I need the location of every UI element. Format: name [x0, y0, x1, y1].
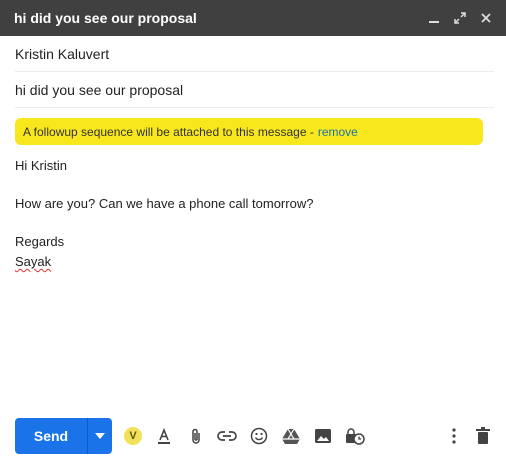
- window-title: hi did you see our proposal: [14, 10, 197, 26]
- compose-toolbar: Send V: [0, 418, 506, 456]
- body-closing[interactable]: Regards: [15, 234, 64, 249]
- subject-field[interactable]: hi did you see our proposal: [15, 72, 494, 108]
- body-message[interactable]: How are you? Can we have a phone call to…: [15, 196, 313, 211]
- banner-text: A followup sequence will be attached to …: [23, 124, 314, 139]
- compose-header: hi did you see our proposal: [0, 0, 506, 36]
- attach-icon[interactable]: [185, 425, 207, 447]
- recipient-field[interactable]: Kristin Kaluvert: [15, 36, 494, 72]
- send-group: Send: [15, 418, 112, 454]
- extension-v-icon[interactable]: V: [122, 425, 144, 447]
- drive-icon[interactable]: [280, 425, 302, 447]
- send-button[interactable]: Send: [15, 418, 87, 454]
- formatting-icon[interactable]: [153, 425, 175, 447]
- body-signature[interactable]: Sayak: [15, 254, 51, 269]
- close-icon[interactable]: [476, 8, 496, 28]
- photo-icon[interactable]: [312, 425, 334, 447]
- recipient-name: Kristin Kaluvert: [15, 45, 110, 62]
- subject-text: hi did you see our proposal: [15, 81, 184, 98]
- minimize-icon[interactable]: [424, 8, 444, 28]
- body-greeting[interactable]: Hi Kristin: [15, 158, 67, 173]
- chevron-down-icon: [95, 433, 105, 439]
- delete-icon[interactable]: [472, 425, 494, 447]
- window-controls: [424, 8, 506, 28]
- expand-icon[interactable]: [450, 8, 470, 28]
- confidential-icon[interactable]: [344, 425, 366, 447]
- remove-link[interactable]: remove: [318, 125, 358, 139]
- send-options-dropdown[interactable]: [87, 418, 112, 454]
- more-options-icon[interactable]: [443, 425, 465, 447]
- followup-banner: A followup sequence will be attached to …: [15, 118, 483, 145]
- emoji-icon[interactable]: [248, 425, 270, 447]
- extension-badge: V: [124, 427, 142, 445]
- link-icon[interactable]: [216, 425, 238, 447]
